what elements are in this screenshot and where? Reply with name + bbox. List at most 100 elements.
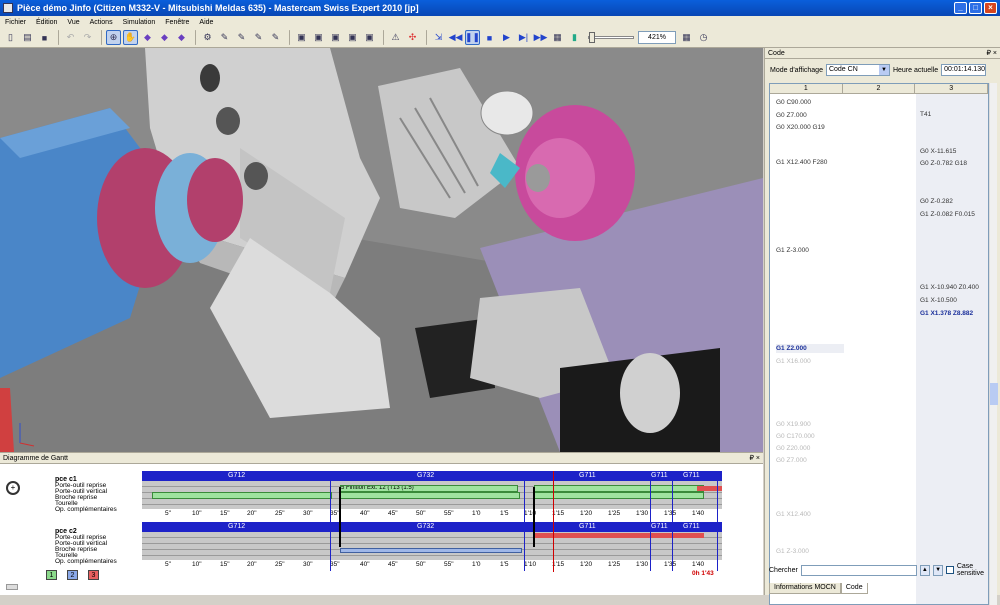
camera-icon[interactable]: ▦: [550, 30, 565, 45]
part-2-button[interactable]: 2: [67, 570, 78, 580]
stop-icon[interactable]: ■: [482, 30, 497, 45]
code-line[interactable]: G1 X-10.940 Z0.400: [920, 283, 979, 292]
code-line[interactable]: G0 X-11.615: [920, 147, 956, 156]
stock-icon[interactable]: ▣: [294, 30, 309, 45]
menu-edition[interactable]: Édition: [31, 19, 62, 26]
reprise-op-bar[interactable]: [534, 533, 704, 538]
nc-code-grid[interactable]: 1 2 3 G0 C90.000 G0 Z7.000 G0 X20.000 G1…: [769, 83, 989, 605]
column-header-2[interactable]: 2: [843, 84, 916, 93]
reset-icon[interactable]: ✣: [405, 30, 420, 45]
toolpath-icon[interactable]: ▣: [362, 30, 377, 45]
tab-informations-mocn[interactable]: Informations MOCN: [769, 583, 841, 594]
spindle-op-bar[interactable]: [340, 492, 520, 499]
complementary-op-bar[interactable]: [697, 486, 722, 491]
machine-icon[interactable]: ⚙: [200, 30, 215, 45]
collision-icon[interactable]: ⚠: [388, 30, 403, 45]
code-line[interactable]: G0 Z-0.282: [920, 197, 953, 206]
battery-icon[interactable]: ▮: [567, 30, 582, 45]
case-sensitive-checkbox[interactable]: [946, 566, 954, 574]
current-time-field[interactable]: 00:01:14.130: [941, 64, 987, 76]
code-line[interactable]: G1 Z-3.000: [776, 547, 809, 556]
play-icon[interactable]: ▶: [499, 30, 514, 45]
gantt-chart[interactable]: G712 G732 G711 G711 G711 5 Finition Ext.…: [142, 469, 722, 584]
search-up-icon[interactable]: ▲: [919, 564, 930, 576]
scrollbar-thumb[interactable]: [990, 383, 998, 405]
turret-icon[interactable]: ✎: [268, 30, 283, 45]
zoom-level-field[interactable]: 421%: [638, 31, 676, 44]
close-button[interactable]: ×: [984, 2, 997, 14]
minimize-button[interactable]: _: [954, 2, 967, 14]
redo-icon[interactable]: ↷: [80, 30, 95, 45]
code-line[interactable]: G1 Z-3.000: [776, 246, 809, 255]
spindle-op-bar[interactable]: [152, 492, 332, 499]
code-line[interactable]: G0 X20.000 G19: [776, 123, 825, 132]
pause-icon[interactable]: ❚❚: [465, 30, 480, 45]
fixture-icon[interactable]: ▣: [328, 30, 343, 45]
pin-close-icon[interactable]: ₽ ×: [750, 453, 761, 464]
new-file-icon[interactable]: ▯: [3, 30, 18, 45]
chevron-down-icon[interactable]: ▼: [878, 65, 889, 75]
code-line[interactable]: G0 Z-0.782 G18: [920, 159, 967, 168]
menu-fichier[interactable]: Fichier: [0, 19, 31, 26]
fast-forward-icon[interactable]: ▶▶: [533, 30, 548, 45]
menu-simulation[interactable]: Simulation: [118, 19, 161, 26]
code-line[interactable]: T41: [920, 110, 931, 119]
calculator-icon[interactable]: ▦: [679, 30, 694, 45]
finishing-op-bar[interactable]: 5 Finition Ext. 12 (T13 (1.5): [340, 485, 518, 492]
turret-op-bar[interactable]: [340, 548, 522, 553]
tool-holder-icon[interactable]: ✎: [234, 30, 249, 45]
menu-vue[interactable]: Vue: [62, 19, 84, 26]
code-line[interactable]: G0 Z7.000: [776, 111, 807, 120]
speed-slider[interactable]: [588, 32, 634, 43]
tab-code[interactable]: Code: [840, 583, 868, 594]
code-line[interactable]: G0 Z7.000: [776, 456, 807, 465]
code-line[interactable]: G0 X19.900: [776, 420, 811, 429]
spindle-op-bar[interactable]: [534, 492, 704, 499]
code-line[interactable]: G0 C90.000: [776, 98, 811, 107]
menu-actions[interactable]: Actions: [85, 19, 118, 26]
current-code-line[interactable]: G1 X1.378 Z8.882: [920, 309, 973, 318]
menu-aide[interactable]: Aide: [194, 19, 218, 26]
gantt-scrollbar[interactable]: [6, 584, 18, 590]
search-down-icon[interactable]: ▼: [932, 564, 944, 576]
view-side-icon[interactable]: ◆: [174, 30, 189, 45]
code-line[interactable]: G1 Z-0.082 F0.015: [920, 210, 975, 219]
code-line[interactable]: G1 X12.400: [776, 510, 811, 519]
column-header-1[interactable]: 1: [770, 84, 843, 93]
time-cursor[interactable]: [553, 471, 554, 572]
chuck-icon[interactable]: ▣: [345, 30, 360, 45]
maximize-button[interactable]: □: [969, 2, 982, 14]
part-3-button[interactable]: 3: [88, 570, 99, 580]
code-scrollbar[interactable]: [989, 83, 998, 605]
3d-simulation-viewport[interactable]: [0, 48, 763, 452]
part-1-button[interactable]: 1: [46, 570, 57, 580]
rewind-icon[interactable]: ◀◀: [448, 30, 463, 45]
turret-op-bar[interactable]: [534, 485, 704, 492]
code-line[interactable]: G0 Z20.000: [776, 444, 810, 453]
menu-fenetre[interactable]: Fenêtre: [160, 19, 194, 26]
tool-icon[interactable]: ✎: [217, 30, 232, 45]
display-mode-select[interactable]: Code CN ▼: [825, 64, 890, 76]
view-front-icon[interactable]: ◆: [157, 30, 172, 45]
code-line[interactable]: G0 C170.000: [776, 432, 815, 441]
current-code-line[interactable]: G1 Z2.000: [776, 344, 844, 353]
step-options-icon[interactable]: ⇲: [431, 30, 446, 45]
view-cube-icon[interactable]: ◆: [140, 30, 155, 45]
pan-icon[interactable]: ✋: [123, 30, 138, 45]
zoom-icon[interactable]: +: [6, 481, 20, 495]
open-file-icon[interactable]: ▤: [20, 30, 35, 45]
undo-icon[interactable]: ↶: [63, 30, 78, 45]
step-forward-icon[interactable]: ▶|: [516, 30, 531, 45]
code-line[interactable]: G1 X-10.500: [920, 296, 957, 305]
code-line[interactable]: G1 X12.400 F280: [776, 158, 827, 167]
pin-close-icon[interactable]: ₽ ×: [987, 48, 998, 59]
select-icon[interactable]: ⊕: [106, 30, 121, 45]
search-input[interactable]: [800, 564, 917, 576]
spindle-icon[interactable]: ✎: [251, 30, 266, 45]
clock-icon[interactable]: ◷: [696, 30, 711, 45]
column-header-3[interactable]: 3: [915, 84, 988, 93]
code-line[interactable]: G1 X16.000: [776, 357, 811, 366]
speed-slider-thumb[interactable]: [589, 32, 595, 43]
save-icon[interactable]: ■: [37, 30, 52, 45]
part-icon[interactable]: ▣: [311, 30, 326, 45]
